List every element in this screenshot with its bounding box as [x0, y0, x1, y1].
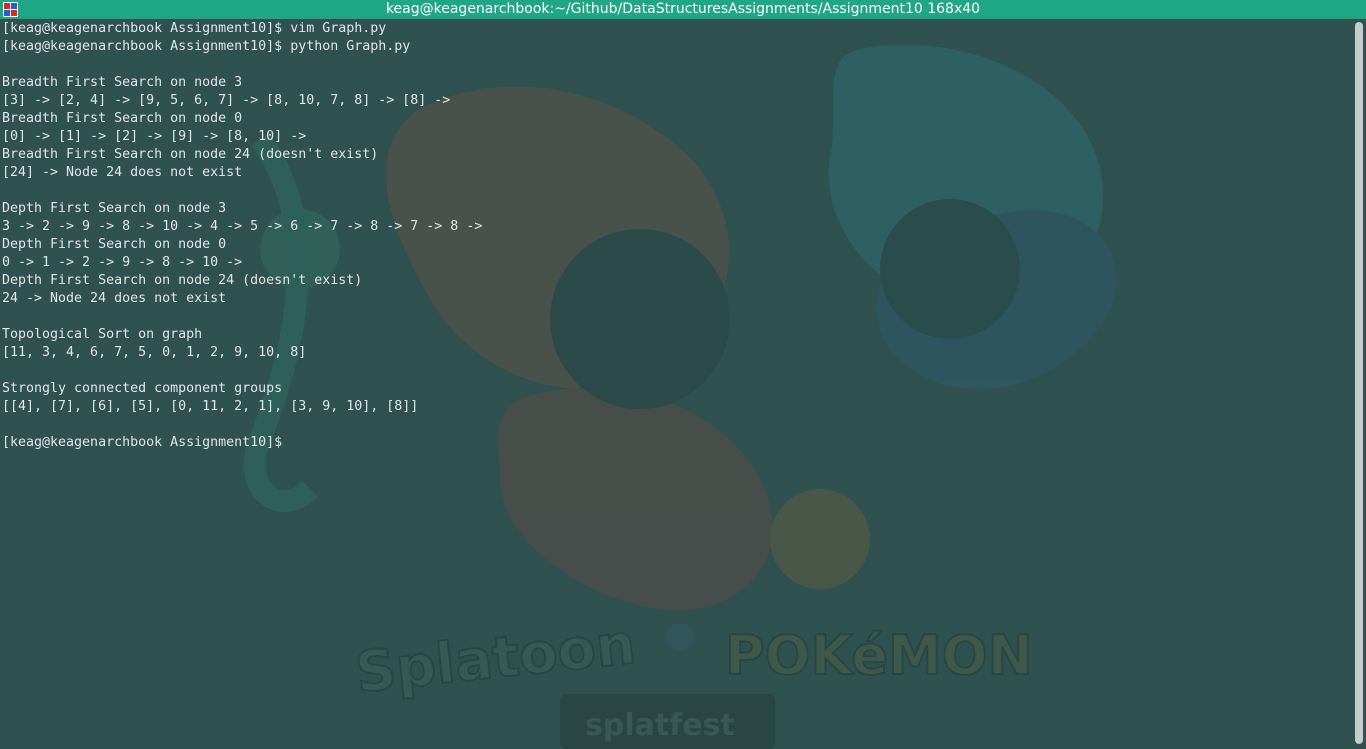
window-title: keag@keagenarchbook:~/Github/DataStructu… — [385, 1, 981, 17]
terminal-line: Depth First Search on node 3 — [2, 201, 227, 216]
terminal-cursor — [282, 434, 290, 449]
terminal-line: Topological Sort on graph — [2, 327, 203, 342]
terminal-line: [3] -> [2, 4] -> [9, 5, 6, 7] -> [8, 10,… — [2, 93, 451, 108]
terminal-line: [11, 3, 4, 6, 7, 5, 0, 1, 2, 9, 10, 8] — [2, 345, 307, 360]
terminal-window: keag@keagenarchbook:~/Github/DataStructu… — [0, 0, 1366, 749]
terminal-line: [keag@keagenarchbook Assignment10]$ — [2, 434, 1347, 452]
terminal-line: 24 -> Node 24 does not exist — [2, 291, 227, 306]
title-bar[interactable]: keag@keagenarchbook:~/Github/DataStructu… — [0, 0, 1366, 19]
terminal-line: 0 -> 1 -> 2 -> 9 -> 8 -> 10 -> — [2, 255, 243, 270]
scrollbar-thumb[interactable] — [1355, 22, 1363, 744]
terminal-line: Depth First Search on node 0 — [2, 237, 227, 252]
terminal-line: [24] -> Node 24 does not exist — [2, 165, 243, 180]
terminal-line: Breadth First Search on node 3 — [2, 75, 243, 90]
terminal-line: Breadth First Search on node 0 — [2, 111, 243, 126]
terminal-output[interactable]: [keag@keagenarchbook Assignment10]$ vim … — [2, 20, 1347, 745]
terminal-line: Strongly connected component groups — [2, 381, 283, 396]
terminal-line: [keag@keagenarchbook Assignment10]$ pyth… — [2, 39, 411, 54]
terminal-line: 3 -> 2 -> 9 -> 8 -> 10 -> 4 -> 5 -> 6 ->… — [2, 219, 483, 234]
terminal-line: [0] -> [1] -> [2] -> [9] -> [8, 10] -> — [2, 129, 307, 144]
scrollbar[interactable] — [1352, 19, 1366, 749]
terminal-line: Depth First Search on node 24 (doesn't e… — [2, 273, 363, 288]
terminal-line: [keag@keagenarchbook Assignment10]$ vim … — [2, 21, 387, 36]
terminal-line: Breadth First Search on node 24 (doesn't… — [2, 147, 379, 162]
terminal-line: [[4], [7], [6], [5], [0, 11, 2, 1], [3, … — [2, 399, 419, 414]
terminal-app-icon[interactable] — [3, 2, 18, 17]
